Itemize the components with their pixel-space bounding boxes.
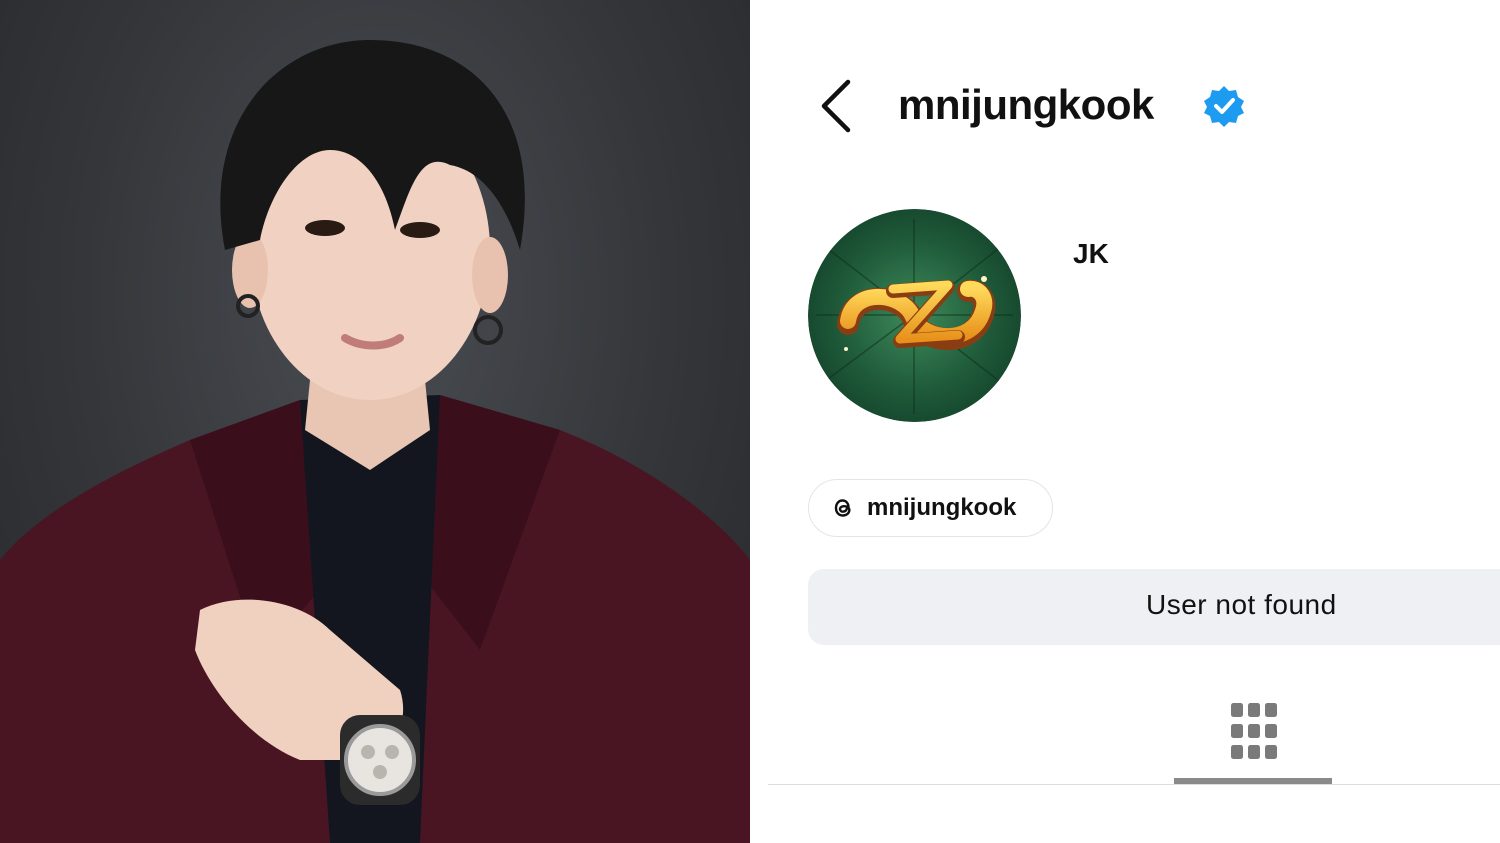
threads-username: mnijungkook — [867, 494, 1017, 521]
watch-face — [344, 724, 416, 796]
back-button[interactable] — [818, 78, 858, 134]
verified-badge-icon — [1204, 86, 1244, 127]
tab-divider — [768, 784, 1500, 785]
grid-icon — [1231, 703, 1277, 759]
threads-link-button[interactable]: mnijungkook — [808, 479, 1053, 537]
user-not-found-banner: User not found — [808, 569, 1500, 645]
profile-screen: mnijungkook JK mnijungkook User not foun… — [750, 0, 1500, 843]
chevron-left-icon — [821, 79, 851, 133]
status-message: User not found — [1146, 589, 1337, 620]
photo-illustration — [0, 40, 750, 843]
threads-icon — [834, 499, 851, 517]
person-photo — [0, 0, 750, 843]
avatar-logo-image — [808, 209, 1021, 422]
display-name: JK — [1073, 238, 1109, 269]
earring-right — [473, 315, 503, 345]
tab-grid[interactable] — [1174, 700, 1334, 785]
avatar[interactable] — [808, 209, 1021, 422]
profile-username: mnijungkook — [898, 81, 1154, 128]
